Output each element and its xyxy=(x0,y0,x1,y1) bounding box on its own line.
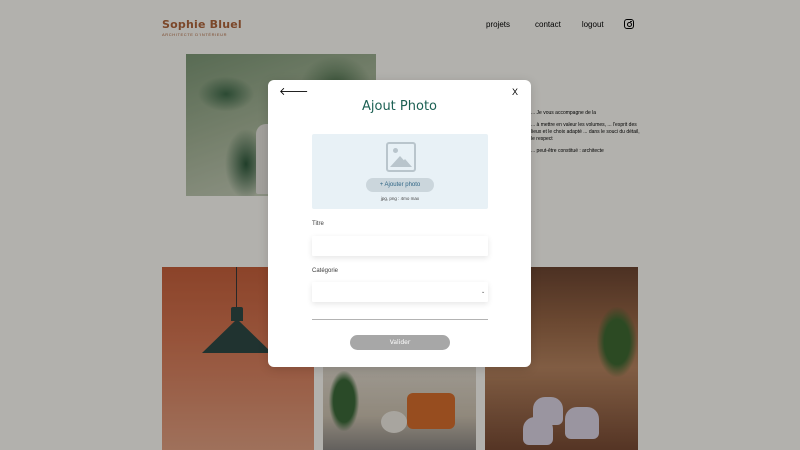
image-icon-mountain xyxy=(398,159,412,167)
close-button[interactable]: X xyxy=(509,85,521,99)
upload-hint: jpg, png : 4mo max xyxy=(380,196,420,201)
title-label: Titre xyxy=(312,221,324,227)
modal-title: Ajout Photo xyxy=(361,99,437,114)
category-select[interactable] xyxy=(312,282,488,302)
arrow-left-icon[interactable]: 🡐 xyxy=(279,85,309,99)
category-label: Catégorie xyxy=(312,268,339,274)
chevron-down-icon: ⌄ xyxy=(481,289,486,295)
image-icon xyxy=(386,142,416,172)
add-photo-button[interactable]: + Ajouter photo xyxy=(366,178,434,192)
submit-button[interactable]: Valider xyxy=(350,335,450,350)
add-photo-modal: 🡐 X Ajout Photo + Ajouter photo jpg, png… xyxy=(268,80,531,367)
image-icon-sun xyxy=(393,148,398,153)
title-input[interactable] xyxy=(312,236,488,256)
divider xyxy=(312,319,488,320)
photo-upload-zone[interactable]: + Ajouter photo jpg, png : 4mo max xyxy=(312,134,488,209)
